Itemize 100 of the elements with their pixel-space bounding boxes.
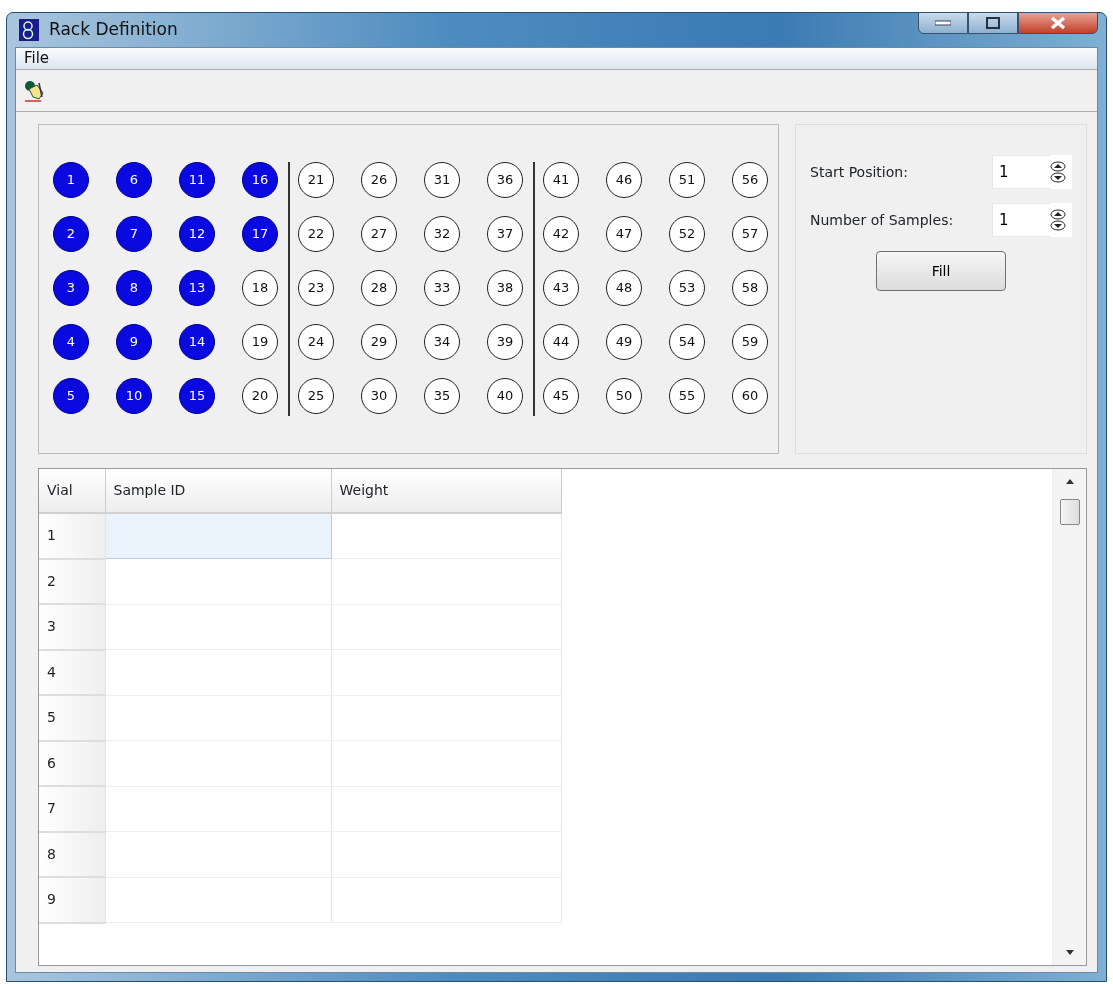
scroll-thumb[interactable] bbox=[1059, 499, 1080, 525]
vial[interactable]: 28 bbox=[361, 270, 397, 306]
vial[interactable]: 13 bbox=[179, 270, 215, 306]
table-cell[interactable] bbox=[331, 649, 561, 695]
maximize-button[interactable] bbox=[968, 12, 1018, 34]
vial[interactable]: 15 bbox=[179, 378, 215, 414]
vial[interactable]: 10 bbox=[116, 378, 152, 414]
vial[interactable]: 43 bbox=[543, 270, 579, 306]
vial[interactable]: 14 bbox=[179, 324, 215, 360]
vial[interactable]: 4 bbox=[53, 324, 89, 360]
vial[interactable]: 59 bbox=[732, 324, 768, 360]
vial[interactable]: 20 bbox=[242, 378, 278, 414]
number-field[interactable]: 1 bbox=[992, 203, 1050, 237]
vial[interactable]: 47 bbox=[606, 216, 642, 252]
vial[interactable]: 30 bbox=[361, 378, 397, 414]
vial[interactable]: 27 bbox=[361, 216, 397, 252]
row-header[interactable]: 5 bbox=[39, 695, 105, 741]
vial[interactable]: 22 bbox=[298, 216, 334, 252]
table-cell[interactable] bbox=[105, 877, 331, 923]
vial[interactable]: 24 bbox=[298, 324, 334, 360]
table-cell[interactable] bbox=[331, 604, 561, 650]
vial[interactable]: 18 bbox=[242, 270, 278, 306]
vial[interactable]: 7 bbox=[116, 216, 152, 252]
row-header[interactable]: 1 bbox=[39, 513, 105, 559]
vial[interactable]: 12 bbox=[179, 216, 215, 252]
vial[interactable]: 21 bbox=[298, 162, 334, 198]
vial[interactable]: 3 bbox=[53, 270, 89, 306]
vial[interactable]: 44 bbox=[543, 324, 579, 360]
vial[interactable]: 25 bbox=[298, 378, 334, 414]
row-header[interactable]: 2 bbox=[39, 558, 105, 604]
row-header[interactable]: 7 bbox=[39, 786, 105, 832]
vial[interactable]: 41 bbox=[543, 162, 579, 198]
vial[interactable]: 19 bbox=[242, 324, 278, 360]
vial[interactable]: 45 bbox=[543, 378, 579, 414]
table-cell[interactable] bbox=[331, 831, 561, 877]
vial[interactable]: 32 bbox=[424, 216, 460, 252]
minimize-button[interactable] bbox=[918, 12, 968, 34]
spin-arrows-icon[interactable] bbox=[1050, 209, 1066, 231]
vial[interactable]: 55 bbox=[669, 378, 705, 414]
vial[interactable]: 23 bbox=[298, 270, 334, 306]
vial[interactable]: 46 bbox=[606, 162, 642, 198]
close-button[interactable] bbox=[1018, 12, 1098, 34]
table-cell[interactable] bbox=[105, 695, 331, 741]
table-cell[interactable] bbox=[105, 740, 331, 786]
vial[interactable]: 56 bbox=[732, 162, 768, 198]
vial[interactable]: 42 bbox=[543, 216, 579, 252]
table-cell[interactable] bbox=[105, 513, 331, 559]
column-header[interactable]: Weight bbox=[331, 469, 561, 513]
vial[interactable]: 1 bbox=[53, 162, 89, 198]
vial[interactable]: 52 bbox=[669, 216, 705, 252]
vial[interactable]: 60 bbox=[732, 378, 768, 414]
vial[interactable]: 35 bbox=[424, 378, 460, 414]
vial[interactable]: 39 bbox=[487, 324, 523, 360]
vial[interactable]: 26 bbox=[361, 162, 397, 198]
column-header[interactable]: Vial bbox=[39, 469, 105, 513]
table-cell[interactable] bbox=[105, 649, 331, 695]
vial[interactable]: 2 bbox=[53, 216, 89, 252]
vial[interactable]: 16 bbox=[242, 162, 278, 198]
vial[interactable]: 54 bbox=[669, 324, 705, 360]
row-header[interactable]: 6 bbox=[39, 740, 105, 786]
vial[interactable]: 57 bbox=[732, 216, 768, 252]
table-cell[interactable] bbox=[331, 695, 561, 741]
vial[interactable]: 36 bbox=[487, 162, 523, 198]
column-header[interactable]: Sample ID bbox=[105, 469, 331, 513]
vial[interactable]: 37 bbox=[487, 216, 523, 252]
vial[interactable]: 50 bbox=[606, 378, 642, 414]
spin-arrows-icon[interactable] bbox=[1050, 161, 1066, 183]
row-header[interactable]: 3 bbox=[39, 604, 105, 650]
table-cell[interactable] bbox=[105, 831, 331, 877]
vial[interactable]: 33 bbox=[424, 270, 460, 306]
vial[interactable]: 40 bbox=[487, 378, 523, 414]
vial[interactable]: 49 bbox=[606, 324, 642, 360]
row-header[interactable]: 4 bbox=[39, 649, 105, 695]
vial[interactable]: 6 bbox=[116, 162, 152, 198]
menu-item[interactable]: File bbox=[20, 47, 54, 70]
table-cell[interactable] bbox=[331, 877, 561, 923]
vial[interactable]: 38 bbox=[487, 270, 523, 306]
vial[interactable]: 31 bbox=[424, 162, 460, 198]
table-cell[interactable] bbox=[105, 558, 331, 604]
vial[interactable]: 11 bbox=[179, 162, 215, 198]
number-field[interactable]: 1 bbox=[992, 155, 1050, 189]
scrollbar[interactable] bbox=[1052, 469, 1086, 965]
table-cell[interactable] bbox=[331, 558, 561, 604]
vial[interactable]: 5 bbox=[53, 378, 89, 414]
vial[interactable]: 34 bbox=[424, 324, 460, 360]
table-cell[interactable] bbox=[105, 604, 331, 650]
row-header[interactable]: 8 bbox=[39, 831, 105, 877]
vial[interactable]: 8 bbox=[116, 270, 152, 306]
vial[interactable]: 48 bbox=[606, 270, 642, 306]
vial[interactable]: 29 bbox=[361, 324, 397, 360]
table-cell[interactable] bbox=[331, 786, 561, 832]
fill-button[interactable]: Fill bbox=[876, 251, 1006, 291]
vial[interactable]: 51 bbox=[669, 162, 705, 198]
table-cell[interactable] bbox=[331, 513, 561, 559]
table-cell[interactable] bbox=[331, 740, 561, 786]
vial[interactable]: 53 bbox=[669, 270, 705, 306]
vial[interactable]: 17 bbox=[242, 216, 278, 252]
vial[interactable]: 9 bbox=[116, 324, 152, 360]
row-header[interactable]: 9 bbox=[39, 877, 105, 923]
vial[interactable]: 58 bbox=[732, 270, 768, 306]
